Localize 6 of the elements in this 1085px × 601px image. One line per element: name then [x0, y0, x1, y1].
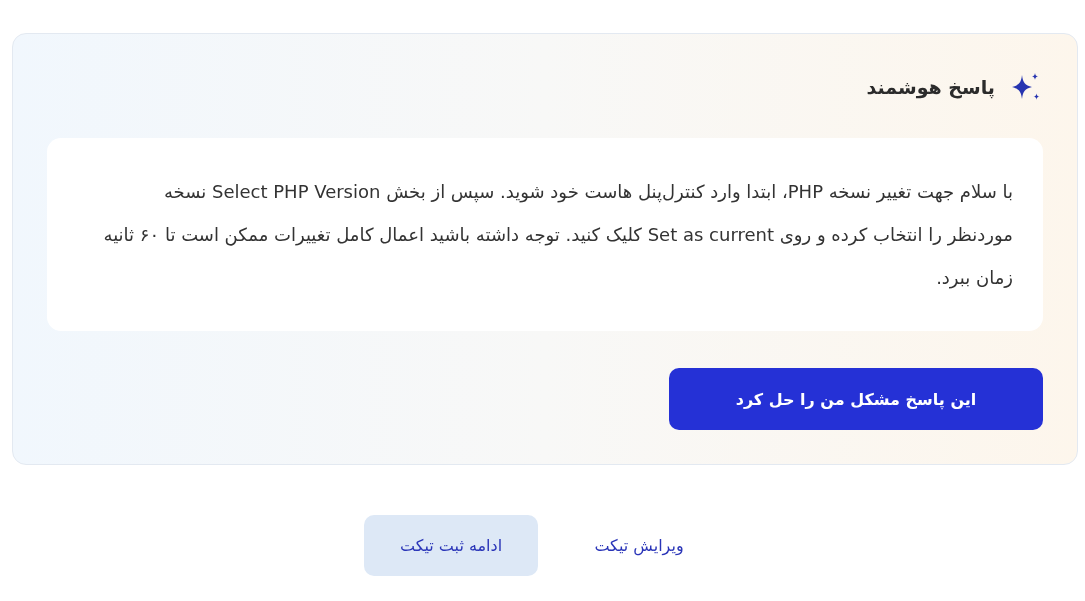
solved-button[interactable]: این پاسخ مشکل من را حل کرد: [669, 368, 1043, 430]
action-button[interactable]: ادامه ثبت تیکت: [364, 515, 538, 576]
answer-text: با سلام جهت تغییر نسخه PHP، ابتدا وارد کنترل‌پنل هاست خود شوید. سپس از بخش Select PHP Version نسخه مورد‌نظر را انتخاب کرده و روی Set as current کلیک کنید. توجه داشته باشید اعمال کامل تغییرات ممکن است تا ۶۰ ثانیه زمان ببرد.: [103, 180, 1013, 291]
card-title: پاسخ هوشمند: [866, 75, 995, 101]
action-button[interactable]: ویرایش تیکت: [552, 515, 726, 576]
sparkle-icon: [1011, 73, 1041, 101]
